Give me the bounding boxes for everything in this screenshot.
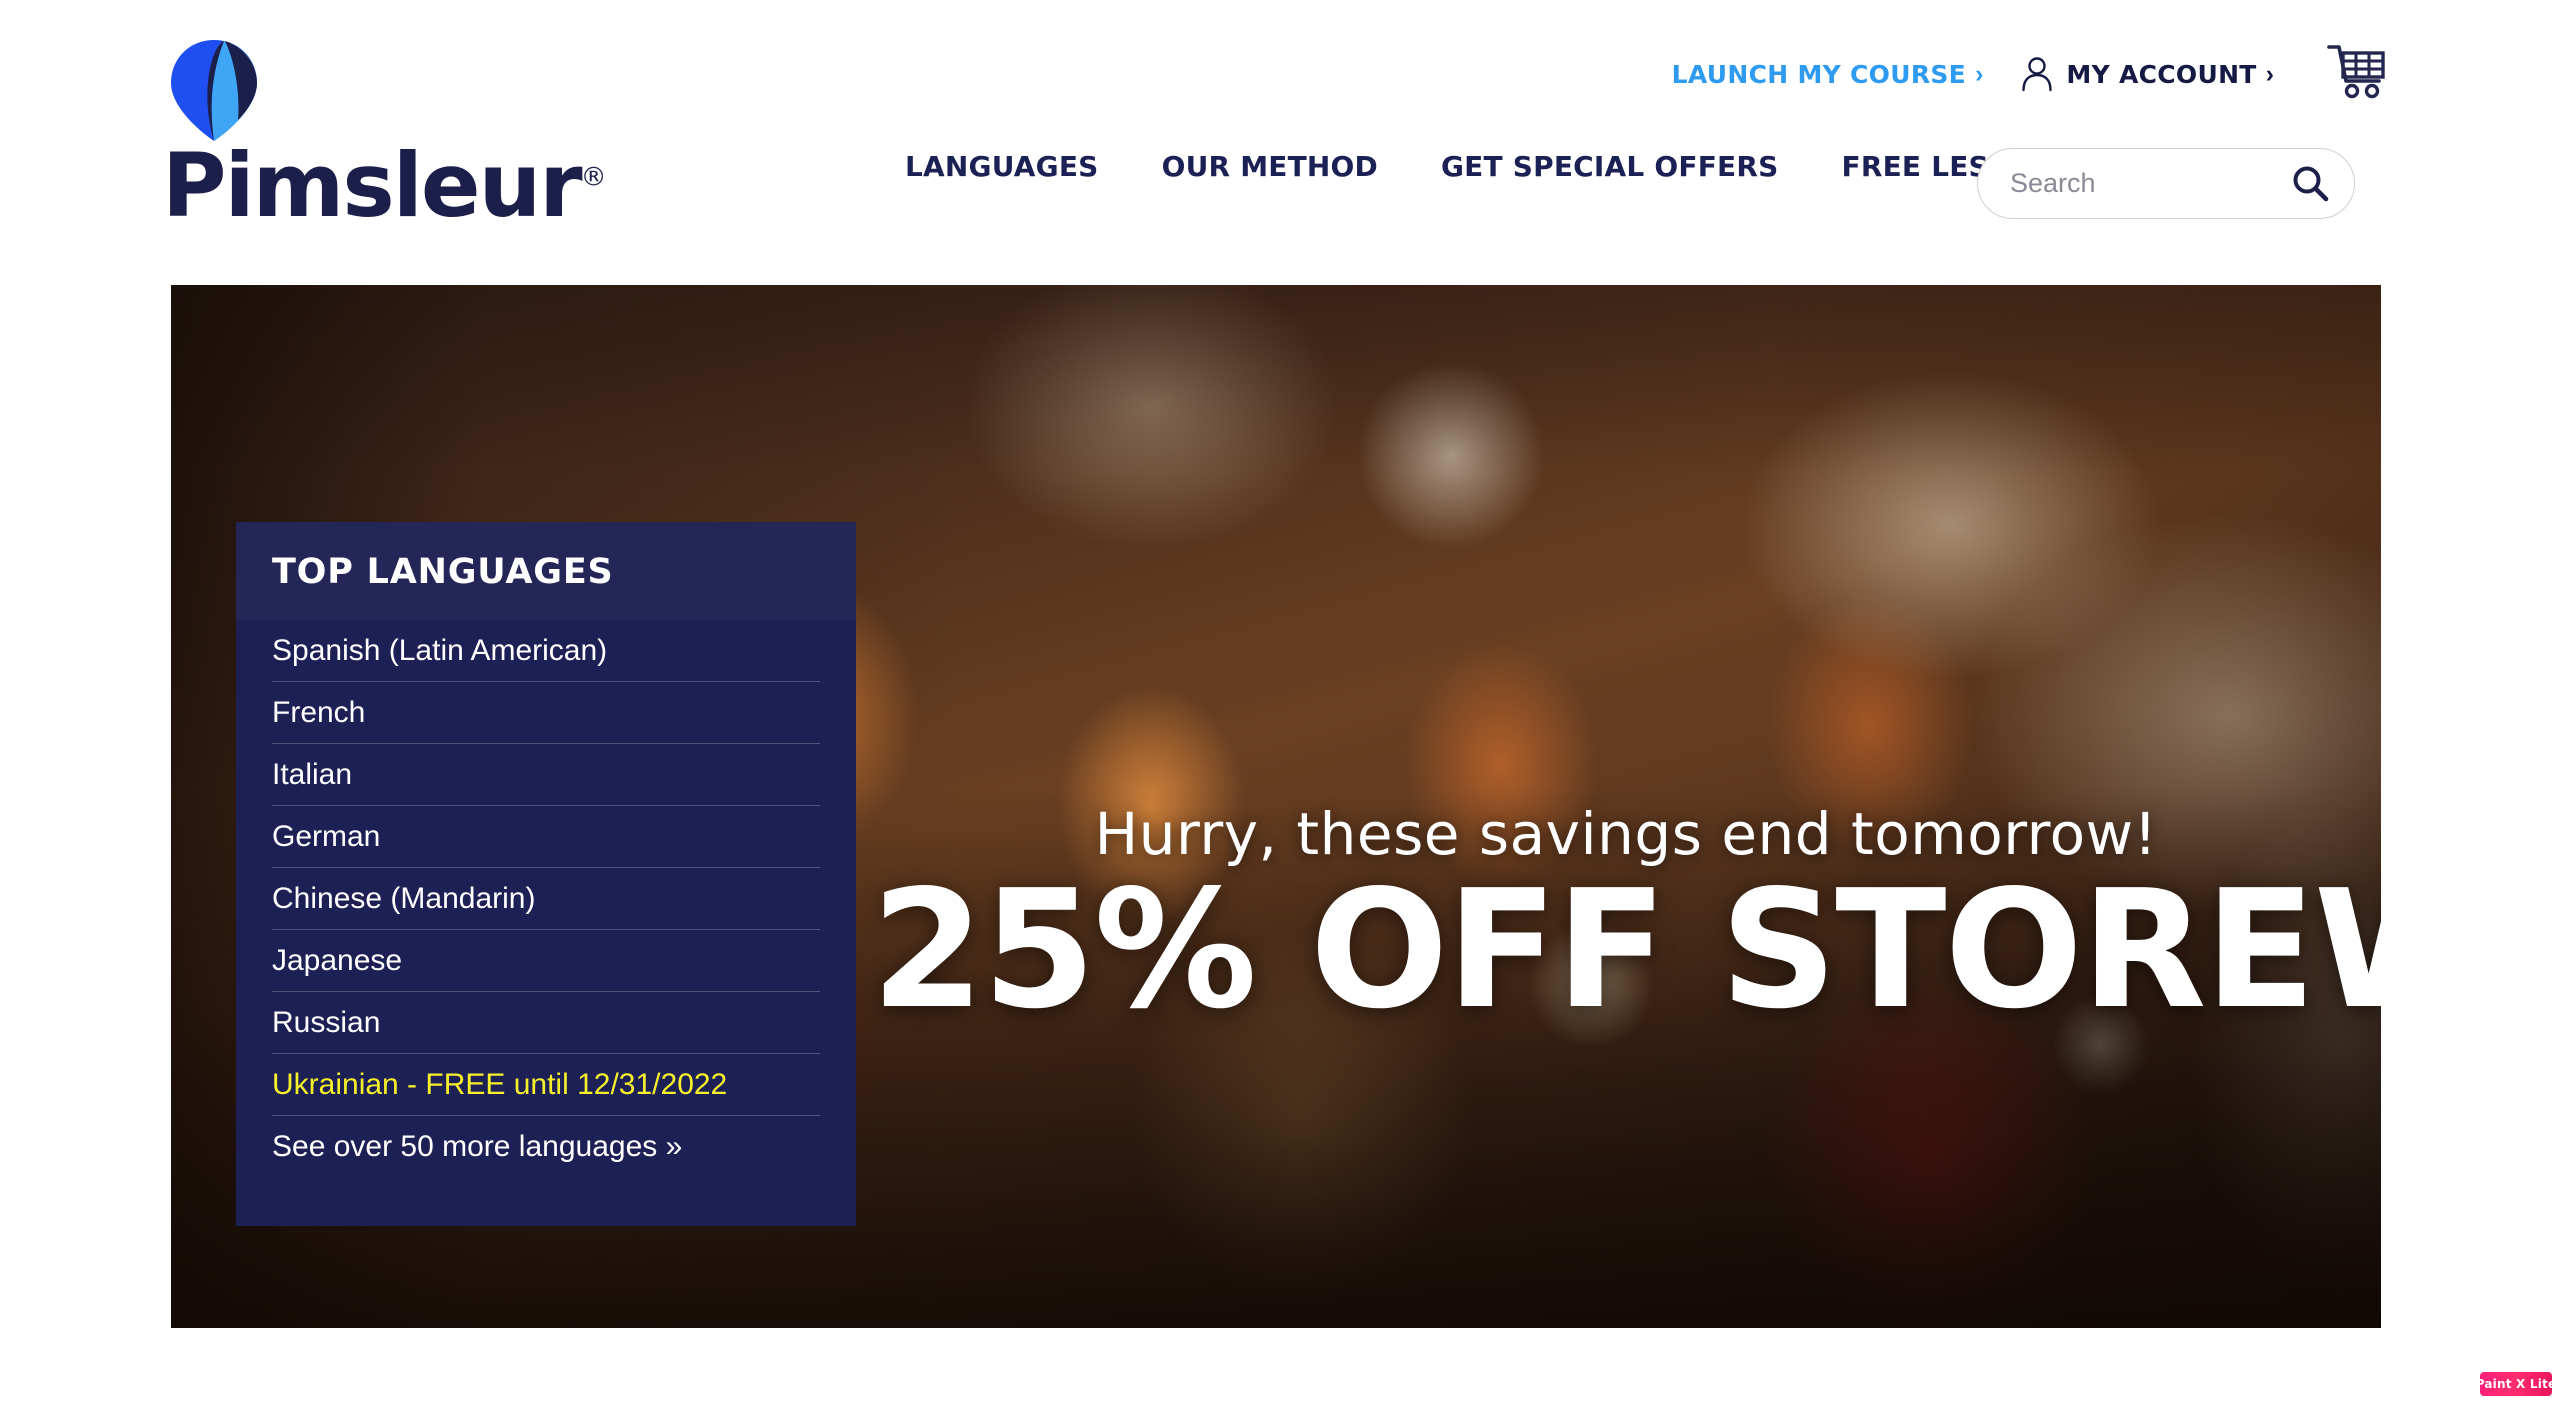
launch-my-course-link[interactable]: LAUNCH MY COURSE (1672, 60, 1966, 89)
search-box (1977, 148, 2355, 219)
shopping-cart-icon[interactable] (2326, 41, 2388, 99)
nav-item-our-method[interactable]: OUR METHOD (1162, 150, 1378, 183)
watermark-label: Paint X Lite (2475, 1377, 2557, 1391)
top-languages-panel: TOP LANGUAGES Spanish (Latin American) F… (236, 522, 856, 1226)
list-item[interactable]: French (272, 682, 820, 744)
site-header: Pimsleur® LAUNCH MY COURSE › MY ACCOUNT … (0, 0, 2560, 285)
hero-headline: 25% OFF STOREWIDE (871, 856, 2381, 1045)
search-icon (2293, 166, 2329, 202)
list-item[interactable]: German (272, 806, 820, 868)
list-item-ukrainian-free[interactable]: Ukrainian - FREE until 12/31/2022 (272, 1054, 820, 1116)
registered-mark: ® (580, 162, 607, 193)
paint-x-lite-watermark: Paint X Lite (2476, 1372, 2556, 1396)
top-languages-title: TOP LANGUAGES (272, 552, 614, 592)
my-account-link[interactable]: MY ACCOUNT (2066, 60, 2256, 89)
launch-chevron-right-icon: › (1975, 59, 1984, 88)
logo-wordmark: Pimsleur® (162, 142, 607, 230)
account-chevron-right-icon: › (2265, 59, 2274, 88)
page-root: Pimsleur® LAUNCH MY COURSE › MY ACCOUNT … (0, 0, 2560, 1405)
utility-nav: LAUNCH MY COURSE › MY ACCOUNT › (1672, 45, 2388, 103)
see-more-languages-link[interactable]: See over 50 more languages » (272, 1116, 820, 1178)
top-languages-header: TOP LANGUAGES (236, 522, 856, 620)
list-item[interactable]: Japanese (272, 930, 820, 992)
hero-copy: Hurry, these savings end tomorrow! 25% O… (871, 285, 2381, 1328)
search-input[interactable] (2010, 149, 2290, 218)
top-languages-list: Spanish (Latin American) French Italian … (236, 620, 856, 1178)
nav-item-get-special-offers[interactable]: GET SPECIAL OFFERS (1441, 150, 1779, 183)
pimsleur-droplet-logo-icon (171, 40, 257, 141)
nav-item-languages[interactable]: LANGUAGES (905, 150, 1099, 183)
list-item[interactable]: Chinese (Mandarin) (272, 868, 820, 930)
list-item[interactable]: Spanish (Latin American) (272, 620, 820, 682)
person-icon (2021, 56, 2053, 92)
site-logo[interactable]: Pimsleur® (162, 38, 607, 230)
list-item[interactable]: Italian (272, 744, 820, 806)
logo-brand-text: Pimsleur (162, 134, 583, 237)
search-button[interactable] (2290, 163, 2332, 205)
main-nav: LANGUAGES OUR METHOD GET SPECIAL OFFERS … (905, 150, 2056, 183)
list-item[interactable]: Russian (272, 992, 820, 1054)
